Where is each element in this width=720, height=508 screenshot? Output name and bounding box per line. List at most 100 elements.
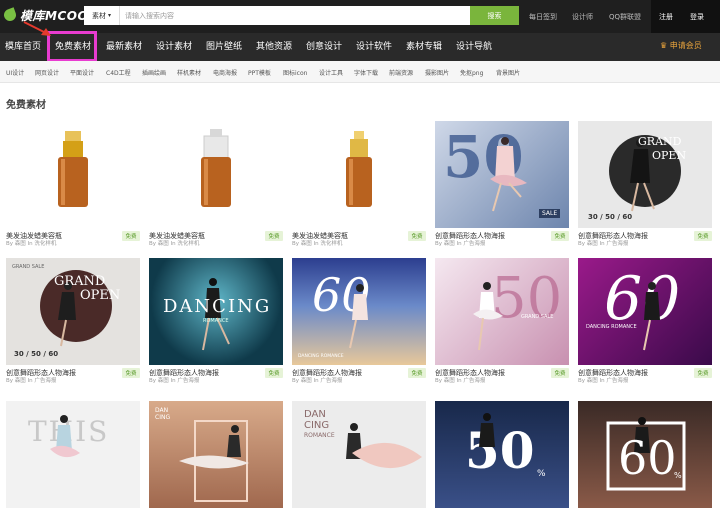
subnav-item[interactable]: 样机素材 (177, 68, 201, 77)
search-box: 素材 ▾ (84, 6, 470, 25)
crown-icon: ♛ (660, 41, 668, 50)
free-badge: 免费 (551, 231, 569, 241)
poster-text: DANCING ROMANCE (298, 354, 344, 359)
subnav-item[interactable]: 字体下载 (354, 68, 378, 77)
material-card[interactable]: 50 GRAND SALE 创意舞蹈形态人物海报 By 森图 In 广告海报 免… (435, 258, 569, 386)
login-link[interactable]: 登录 (690, 12, 704, 22)
card-meta: By 森图 In 广告海报 (578, 378, 629, 384)
main-nav: 模库首页 免费素材 最新素材 设计素材 图片壁纸 其他资源 创意设计 设计软件 … (0, 33, 720, 61)
dance-poster-thumbnail[interactable]: 50 % (435, 401, 569, 508)
bottle-thumbnail[interactable] (149, 121, 283, 228)
card-meta: By 森图 In 洗化样机 (149, 241, 200, 247)
dance-poster-thumbnail[interactable]: 50 GRAND SALE (435, 258, 569, 365)
material-card[interactable]: DAN CING (149, 401, 283, 508)
poster-sale-label: SALE (539, 209, 561, 218)
material-card[interactable]: 美发油发蜡美容瓶 By 森图 In 洗化样机 免费 (6, 121, 140, 249)
free-badge: 免费 (694, 231, 712, 241)
bottle-thumbnail[interactable] (292, 121, 426, 228)
poster-text: GRAND (638, 135, 682, 148)
poster-text: GRAND (54, 274, 106, 289)
dance-poster-thumbnail[interactable]: DANCING ROMANCE (149, 258, 283, 365)
poster-text: 30 / 50 / 60 (588, 213, 633, 221)
subnav-item[interactable]: 设计工具 (319, 68, 343, 77)
material-card[interactable]: 50 % (435, 401, 569, 508)
highlight-box (47, 31, 97, 62)
card-meta: By 森图 In 洗化样机 (6, 241, 57, 247)
dance-poster-thumbnail[interactable]: 60 DANCING ROMANCE (292, 258, 426, 365)
material-card[interactable]: GRAND SALE GRAND OPEN 30 / 50 / 60 创意舞蹈形… (6, 258, 140, 386)
register-link[interactable]: 注册 (659, 12, 673, 22)
dance-poster-thumbnail[interactable]: THIS (6, 401, 140, 508)
subnav-item[interactable]: 摄影图片 (425, 68, 449, 77)
material-card[interactable]: 60 DANCING ROMANCE 创意舞蹈形态人物海报 By 森图 In 广… (578, 258, 712, 386)
dance-poster-thumbnail[interactable]: GRAND OPEN 30 / 50 / 60 (578, 121, 712, 228)
free-badge: 免费 (408, 231, 426, 241)
dance-poster-thumbnail[interactable]: 50 SALE (435, 121, 569, 228)
dance-poster-thumbnail[interactable]: 60 % (578, 401, 712, 508)
poster-number: 60 (618, 431, 677, 485)
material-card[interactable]: 美发油发蜡美容瓶 By 森图 In 洗化样机 免费 (292, 121, 426, 249)
material-card[interactable]: THIS (6, 401, 140, 508)
dance-poster-thumbnail[interactable]: GRAND SALE GRAND OPEN 30 / 50 / 60 (6, 258, 140, 365)
free-badge: 免费 (265, 231, 283, 241)
poster-text: % (674, 471, 682, 480)
subnav-item[interactable]: 背景图片 (496, 68, 520, 77)
material-card[interactable]: 50 SALE 创意舞蹈形态人物海报 By 森图 In 广告海报 免费 (435, 121, 569, 249)
nav-latest[interactable]: 最新素材 (106, 33, 142, 61)
bottle-thumbnail[interactable] (6, 121, 140, 228)
card-meta: By 森图 In 广告海报 (6, 378, 57, 384)
search-button[interactable]: 搜索 (470, 6, 519, 25)
apply-vip-button[interactable]: ♛ 申请会员 (660, 40, 702, 51)
poster-text: OPEN (652, 149, 687, 162)
dance-poster-thumbnail[interactable]: DAN CING (149, 401, 283, 508)
free-badge: 免费 (265, 368, 283, 378)
poster-text: ROMANCE (203, 318, 229, 324)
subnav-item[interactable]: UI设计 (6, 68, 24, 77)
card-meta: By 森图 In 洗化样机 (292, 241, 343, 247)
card-meta: By 森图 In 广告海报 (435, 241, 486, 247)
daily-checkin-link[interactable]: 每日签到 (529, 12, 557, 22)
free-badge: 免费 (408, 368, 426, 378)
card-meta: By 森图 In 广告海报 (149, 378, 200, 384)
subnav-item[interactable]: 前端资源 (389, 68, 413, 77)
section-title: 免费素材 (6, 100, 46, 111)
subnav-item[interactable]: 电商海报 (213, 68, 237, 77)
material-card[interactable]: 60 DANCING ROMANCE 创意舞蹈形态人物海报 By 森图 In 广… (292, 258, 426, 386)
poster-text: OPEN (80, 288, 121, 303)
nav-albums[interactable]: 素材专辑 (406, 33, 442, 61)
nav-design-materials[interactable]: 设计素材 (156, 33, 192, 61)
leaf-icon (2, 7, 18, 23)
dance-poster-thumbnail[interactable]: 60 DANCING ROMANCE (578, 258, 712, 365)
search-input[interactable] (120, 6, 470, 25)
free-badge: 免费 (551, 368, 569, 378)
sub-nav: UI设计 网页设计 平面设计 C4D工程 插画绘画 样机素材 电商海报 PPT模… (0, 61, 720, 83)
qq-group-link[interactable]: QQ群联盟 (609, 12, 641, 22)
subnav-item[interactable]: 免抠png (460, 68, 483, 77)
material-card[interactable]: DAN CING ROMANCE (292, 401, 426, 508)
subnav-item[interactable]: 网页设计 (35, 68, 59, 77)
caret-down-icon: ▾ (107, 12, 111, 19)
subnav-item[interactable]: 图标icon (283, 68, 307, 77)
nav-other[interactable]: 其他资源 (256, 33, 292, 61)
poster-text: DANCING (163, 296, 272, 317)
search-category-label: 素材 (91, 11, 106, 20)
nav-wallpapers[interactable]: 图片壁纸 (206, 33, 242, 61)
designer-link[interactable]: 设计师 (572, 12, 593, 22)
poster-text: GRAND SALE (521, 314, 554, 320)
material-card[interactable]: 60 % (578, 401, 712, 508)
nav-creative[interactable]: 创意设计 (306, 33, 342, 61)
subnav-item[interactable]: C4D工程 (106, 68, 131, 77)
nav-software[interactable]: 设计软件 (356, 33, 392, 61)
poster-text: DANCING ROMANCE (586, 324, 637, 330)
subnav-item[interactable]: PPT模板 (248, 68, 271, 77)
nav-guide[interactable]: 设计导航 (456, 33, 492, 61)
search-category-select[interactable]: 素材 ▾ (84, 6, 120, 25)
material-card[interactable]: GRAND OPEN 30 / 50 / 60 创意舞蹈形态人物海报 By 森图… (578, 121, 712, 249)
subnav-item[interactable]: 平面设计 (70, 68, 94, 77)
subnav-item[interactable]: 插画绘画 (142, 68, 166, 77)
material-card[interactable]: DANCING ROMANCE 创意舞蹈形态人物海报 By 森图 In 广告海报… (149, 258, 283, 386)
poster-text: 30 / 50 / 60 (14, 350, 59, 358)
material-card[interactable]: 美发油发蜡美容瓶 By 森图 In 洗化样机 免费 (149, 121, 283, 249)
dance-poster-thumbnail[interactable]: DAN CING ROMANCE (292, 401, 426, 508)
card-meta: By 森图 In 广告海报 (292, 378, 343, 384)
